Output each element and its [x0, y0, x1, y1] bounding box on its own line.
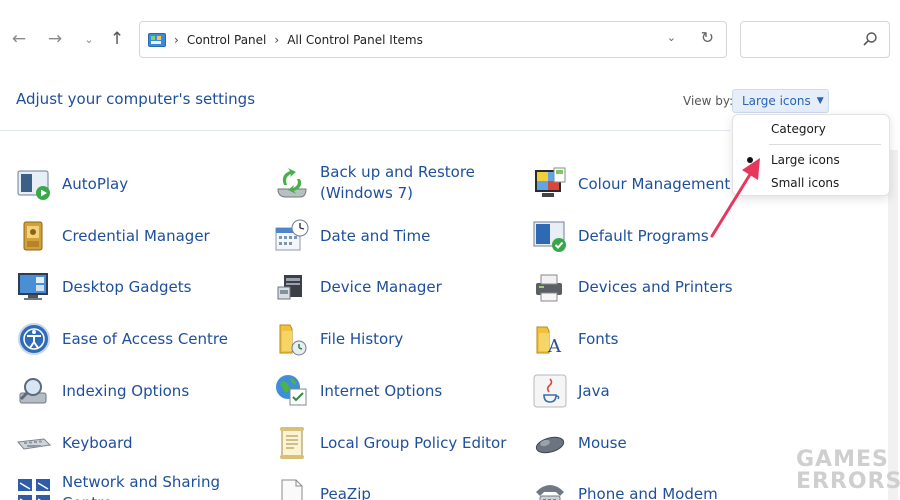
item-mouse[interactable]: Mouse [532, 425, 627, 461]
chevron-down-icon: ⌄ [84, 32, 94, 46]
breadcrumb-chevron-icon: › [174, 32, 179, 47]
vertical-scrollbar[interactable] [888, 150, 898, 500]
ease-of-access-icon [18, 323, 50, 355]
credential-manager-icon [23, 221, 43, 251]
watermark-logo: GAMES ERRORS [796, 447, 900, 494]
internet-options-icon [276, 375, 307, 406]
indexing-options-icon [19, 378, 47, 404]
back-button[interactable]: ← [6, 26, 32, 52]
view-by-dropdown[interactable]: Large icons ▼ [732, 89, 829, 113]
item-keyboard[interactable]: Keyboard [16, 425, 133, 461]
item-ease-of-access[interactable]: Ease of Access Centre [16, 321, 228, 357]
view-by-value: Large icons [742, 94, 811, 108]
item-label: Devices and Printers [578, 277, 733, 296]
item-label: Back up and Restore (Windows 7) [320, 163, 475, 202]
item-label: Date and Time [320, 226, 431, 245]
view-option-small-icons[interactable]: Small icons [771, 176, 839, 190]
mouse-icon [535, 436, 565, 454]
breadcrumb-all-items[interactable]: All Control Panel Items [287, 33, 423, 47]
breadcrumb-chevron-icon: › [274, 32, 280, 47]
item-label: Device Manager [320, 277, 442, 296]
item-label: Internet Options [320, 381, 443, 400]
view-option-large-icons[interactable]: Large icons [771, 153, 840, 167]
svg-text:A: A [547, 336, 562, 357]
search-icon[interactable] [862, 31, 878, 47]
address-bar[interactable]: › Control Panel › All Control Panel Item… [139, 21, 727, 58]
fonts-icon: A [536, 326, 562, 357]
devices-printers-icon [536, 274, 562, 302]
refresh-icon[interactable]: ↻ [701, 28, 714, 47]
item-label: Fonts [578, 329, 619, 348]
item-label: AutoPlay [62, 174, 129, 193]
up-button[interactable]: ↑ [104, 26, 130, 52]
page-title: Adjust your computer's settings [16, 90, 256, 108]
item-java[interactable]: Java [532, 373, 610, 409]
phone-modem-icon [536, 485, 564, 500]
address-dropdown-icon[interactable]: ⌄ [667, 31, 676, 44]
item-autoplay[interactable]: AutoPlay [16, 166, 128, 202]
item-label: Indexing Options [62, 381, 190, 400]
item-label: File History [320, 329, 404, 348]
menu-separator [769, 144, 881, 145]
breadcrumb-control-panel[interactable]: Control Panel [187, 33, 267, 47]
local-group-policy-icon [280, 427, 304, 459]
search-input[interactable] [740, 21, 890, 58]
item-device-manager[interactable]: Device Manager [274, 269, 442, 305]
autoplay-icon [17, 170, 50, 200]
item-local-group-policy[interactable]: Local Group Policy Editor [274, 425, 506, 461]
item-phone-modem[interactable]: Phone and Modem [532, 476, 718, 500]
item-backup-restore[interactable]: Back up and Restore (Windows 7) [274, 162, 475, 204]
item-label: PeaZip [320, 484, 371, 500]
date-time-icon [275, 219, 309, 251]
item-label: Phone and Modem [578, 484, 718, 500]
view-by-label: View by: [683, 94, 734, 108]
arrow-right-icon: → [47, 29, 63, 49]
item-label: Java [578, 381, 610, 400]
item-fonts[interactable]: A Fonts [532, 321, 618, 357]
device-manager-icon [277, 275, 302, 300]
desktop-gadgets-icon [18, 273, 48, 300]
item-label: Credential Manager [62, 226, 210, 245]
item-label: Ease of Access Centre [62, 329, 228, 348]
colour-management-icon [535, 167, 566, 197]
item-label: Desktop Gadgets [62, 277, 192, 296]
control-panel-icon [148, 32, 166, 47]
keyboard-icon [17, 438, 52, 450]
header-divider [0, 130, 730, 131]
network-sharing-icon [18, 479, 50, 500]
arrow-left-icon: ← [11, 29, 27, 49]
item-credential-manager[interactable]: Credential Manager [16, 218, 210, 254]
item-label: Mouse [578, 433, 627, 452]
item-desktop-gadgets[interactable]: Desktop Gadgets [16, 269, 191, 305]
item-default-programs[interactable]: Default Programs [532, 218, 709, 254]
view-option-category[interactable]: Category [771, 122, 826, 136]
peazip-icon [281, 479, 303, 500]
item-file-history[interactable]: File History [274, 321, 403, 357]
recent-locations-button[interactable]: ⌄ [76, 26, 102, 52]
item-network-sharing[interactable]: Network and Sharing Centre [16, 472, 220, 500]
forward-button[interactable]: → [42, 26, 68, 52]
default-programs-icon [533, 221, 566, 252]
item-label: Default Programs [578, 226, 709, 245]
item-label: Local Group Policy Editor [320, 433, 507, 452]
item-label: Keyboard [62, 433, 133, 452]
dropdown-arrow-icon: ▼ [816, 96, 824, 106]
item-indexing-options[interactable]: Indexing Options [16, 373, 189, 409]
file-history-icon [279, 324, 307, 356]
item-date-time[interactable]: Date and Time [274, 218, 430, 254]
item-internet-options[interactable]: Internet Options [274, 373, 442, 409]
backup-restore-icon [277, 168, 307, 198]
item-devices-printers[interactable]: Devices and Printers [532, 269, 733, 305]
arrow-up-icon: ↑ [109, 29, 125, 49]
item-peazip[interactable]: PeaZip [274, 476, 371, 500]
annotation-arrow-icon [710, 158, 760, 238]
item-label: Network and Sharing Centre [62, 473, 220, 500]
java-icon [533, 374, 567, 408]
